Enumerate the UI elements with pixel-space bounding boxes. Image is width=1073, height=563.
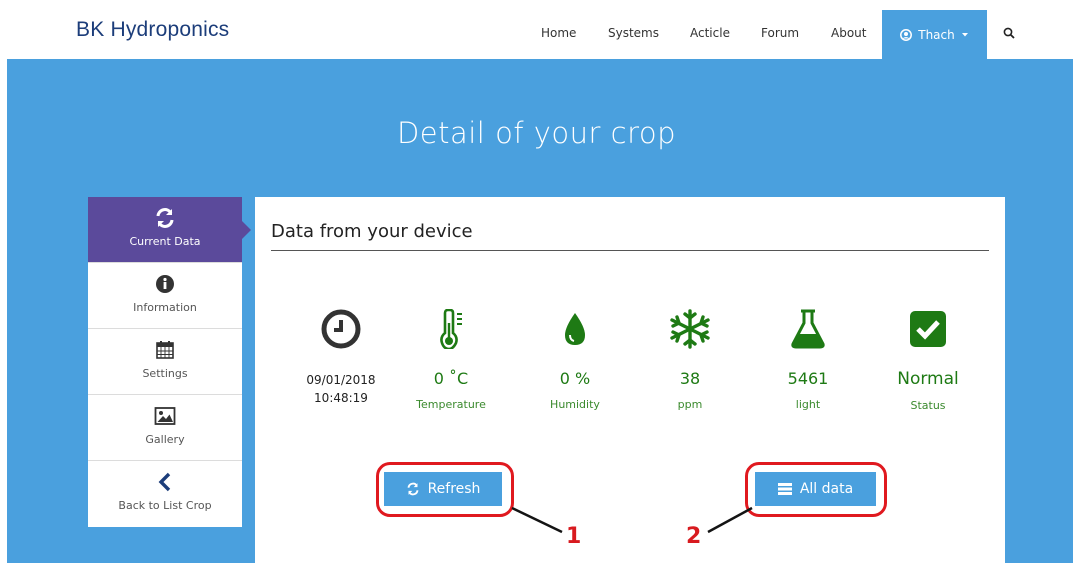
metric-value: 0 % [559, 369, 591, 388]
user-menu-button[interactable]: Thach [882, 10, 987, 59]
sidebar-item-label: Back to List Crop [118, 499, 212, 512]
user-icon [900, 28, 913, 41]
sidebar-item-label: Current Data [129, 235, 201, 248]
sidebar-item-current-data[interactable]: Current Data [88, 197, 251, 263]
navbar: BK Hydroponics Home Systems Acticle Foru… [0, 0, 1073, 59]
section-divider [271, 250, 989, 251]
page-title: Detail of your crop [396, 116, 677, 150]
metric-date: 09/01/2018 [306, 373, 376, 387]
info-icon [156, 275, 174, 293]
sidebar-item-label: Information [133, 301, 197, 314]
thermometer-icon [440, 309, 462, 349]
metric-value: Normal [897, 369, 959, 389]
metric-label: Humidity [550, 398, 600, 411]
nav-forum[interactable]: Forum [761, 26, 799, 40]
brand-logo[interactable]: BK Hydroponics [76, 18, 229, 42]
sidebar-item-back[interactable]: Back to List Crop [88, 461, 242, 527]
nav-systems[interactable]: Systems [608, 26, 659, 40]
metric-label: Status [910, 399, 946, 412]
metric-value: 5461 [787, 369, 829, 388]
refresh-icon [156, 208, 174, 228]
metric-ppm: 38 ppm [635, 309, 745, 411]
user-name: Thach [918, 27, 955, 42]
metric-humidity: 0 % Humidity [520, 309, 630, 411]
image-icon [154, 407, 176, 425]
chevron-left-icon [158, 472, 171, 492]
annotation-number-2: 2 [686, 524, 702, 549]
metric-value: 38 [679, 369, 701, 388]
metric-label: light [795, 398, 821, 411]
annotation-number-1: 1 [566, 524, 582, 549]
check-square-icon [910, 311, 946, 347]
nav-home[interactable]: Home [541, 26, 576, 40]
metric-label: ppm [677, 398, 703, 411]
metric-time: 09/01/2018 10:48:19 [286, 309, 396, 405]
sidebar-item-information[interactable]: Information [88, 263, 242, 329]
metric-status: Normal Status [873, 309, 983, 412]
sidebar-item-settings[interactable]: Settings [88, 329, 242, 395]
nav-article[interactable]: Acticle [690, 26, 730, 40]
section-title: Data from your device [271, 221, 473, 242]
metric-value: 0 ˚C [433, 369, 469, 388]
metric-temperature: 0 ˚C Temperature [396, 309, 506, 411]
annotation-pointer-2 [707, 506, 753, 534]
nav-about[interactable]: About [831, 26, 866, 40]
annotation-circle-1 [376, 462, 514, 517]
caret-down-icon [961, 32, 968, 36]
sidebar: Current Data Information Settings Galler… [88, 197, 251, 527]
droplet-icon [565, 313, 585, 345]
sidebar-item-label: Gallery [145, 433, 185, 446]
flask-icon [791, 309, 825, 349]
sidebar-item-label: Settings [142, 367, 188, 380]
clock-icon [321, 309, 361, 349]
sidebar-item-gallery[interactable]: Gallery [88, 395, 242, 461]
metric-clock: 10:48:19 [314, 391, 368, 405]
content-panel: Data from your device 09/01/2018 10:48:1… [255, 197, 1005, 563]
snowflake-icon [670, 309, 710, 349]
calendar-icon [156, 341, 174, 359]
metric-light: 5461 light [753, 309, 863, 411]
search-icon[interactable] [1003, 27, 1015, 39]
page: BK Hydroponics Home Systems Acticle Foru… [0, 0, 1073, 563]
metric-label: Temperature [416, 398, 486, 411]
